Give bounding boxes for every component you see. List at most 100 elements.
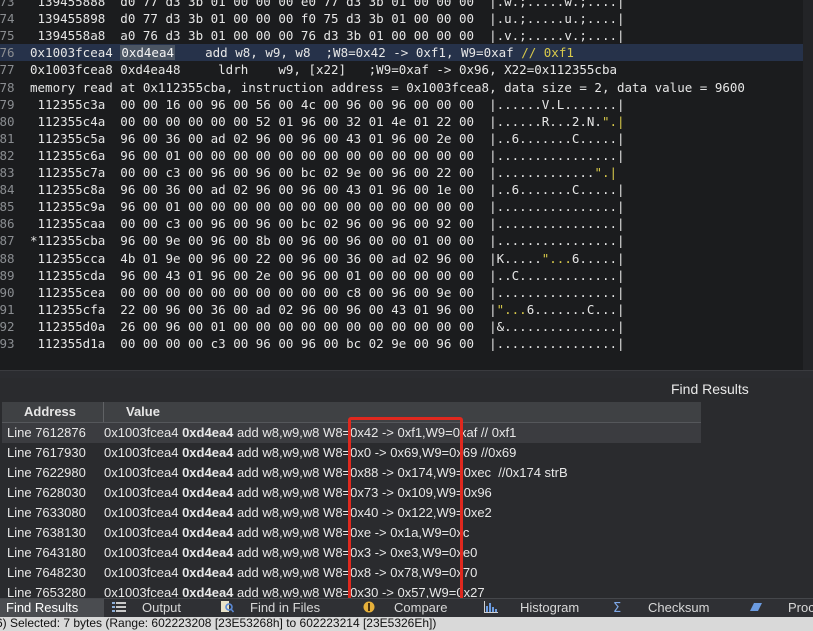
editor-line[interactable]: 390 112355cea 00 00 00 00 00 00 00 00 00…: [0, 284, 813, 301]
result-instruction: add w8,w9,w8: [237, 505, 320, 520]
tab-find-in-files[interactable]: Find in Files: [220, 599, 320, 618]
tab-compare[interactable]: Compare: [362, 599, 447, 618]
result-instr-address: 0x1003fcea4: [104, 485, 179, 500]
line-text: 112355d0a 26 00 96 00 01 00 00 00 00 00 …: [30, 318, 625, 334]
status-bar: 6) Selected: 7 bytes (Range: 602223208 […: [0, 617, 813, 631]
process-icon: [750, 603, 762, 611]
editor-line[interactable]: 386 112355caa 00 00 c3 00 96 00 96 00 bc…: [0, 215, 813, 232]
editor-line[interactable]: 380 112355c4a 00 00 00 00 00 00 52 01 96…: [0, 113, 813, 130]
line-number: 386: [0, 216, 15, 232]
result-instr-address: 0x1003fcea4: [104, 465, 179, 480]
line-number: 381: [0, 130, 15, 146]
result-address: Line 7633080: [7, 505, 86, 520]
editor-line[interactable]: 392 112355d0a 26 00 96 00 01 00 00 00 00…: [0, 318, 813, 335]
selected-opcode[interactable]: 0xd4ea4: [120, 45, 176, 61]
line-number: 377: [0, 62, 15, 78]
histogram-icon: [484, 601, 498, 613]
editor-line[interactable]: 376 0x1003fcea4 0xd4ea4 add w8, w9, w8 ;W…: [0, 44, 813, 62]
line-text: 1394558a8 a0 76 d3 3b 01 00 00 00 76 d3 …: [30, 28, 625, 44]
line-number: 391: [0, 301, 15, 317]
line-text: 112355c4a 00 00 00 00 00 00 52 01 96 00 …: [30, 113, 602, 129]
result-address: Line 7643180: [7, 545, 86, 560]
editor-line[interactable]: 391 112355cfa 22 00 96 00 36 00 ad 02 96…: [0, 301, 813, 318]
line-number: 375: [0, 28, 15, 44]
result-opcode: 0xd4ea4: [182, 565, 234, 580]
column-address[interactable]: Address: [24, 404, 76, 419]
result-opcode: 0xd4ea4: [182, 445, 234, 460]
editor-line[interactable]: 393 112355d1a 00 00 00 00 c3 00 96 00 96…: [0, 335, 813, 352]
line-text: memory read at 0x112355cba, instruction …: [30, 79, 745, 95]
editor-line[interactable]: 377 0x1003fcea8 0xd4ea48 ldrh w9, [x22] ;…: [0, 61, 813, 78]
line-text: 0x1003fcea8 0xd4ea48 ldrh w9, [x22] ;W9=…: [30, 62, 617, 78]
result-value: 0x1003fcea4 0xd4ea4 add w8,w9,w8 W8=0x88…: [104, 463, 568, 483]
tab-histogram[interactable]: Histogram: [484, 599, 579, 618]
line-text: 112355cfa 22 00 96 00 36 00 ad 02 96 00 …: [30, 301, 497, 317]
editor-line[interactable]: 388 112355cca 4b 01 9e 00 96 00 22 00 96…: [0, 250, 813, 267]
line-text: *112355cba 96 00 9e 00 96 00 8b 00 96 00…: [30, 233, 625, 249]
editor-line[interactable]: 389 112355cda 96 00 43 01 96 00 2e 00 96…: [0, 267, 813, 284]
tab-checksum[interactable]: Σ Checksum: [612, 599, 709, 618]
editor-line[interactable]: 373 139455888 d0 77 d3 3b 01 00 00 00 e0…: [0, 0, 813, 10]
result-address: Line 7622980: [7, 465, 86, 480]
result-address: Line 7617930: [7, 445, 86, 460]
highlighted-chars: "...: [541, 250, 572, 266]
tab-process[interactable]: Proc: [748, 599, 813, 618]
result-opcode: 0xd4ea4: [182, 465, 234, 480]
status-text: 6) Selected: 7 bytes (Range: 602223208 […: [0, 617, 437, 630]
editor-line[interactable]: 379 112355c3a 00 00 16 00 96 00 56 00 4c…: [0, 96, 813, 113]
line-text: 112355cca 4b 01 9e 00 96 00 22 00 96 00 …: [30, 250, 542, 266]
line-text: 112355c7a 00 00 c3 00 96 00 96 00 bc 02 …: [30, 165, 595, 180]
line-number: 387: [0, 233, 15, 249]
line-number: 389: [0, 267, 15, 283]
highlighted-chars: "...: [496, 301, 527, 317]
hex-text-editor[interactable]: 373 139455888 d0 77 d3 3b 01 00 00 00 e0…: [0, 0, 813, 370]
editor-line[interactable]: 382 112355c6a 96 00 01 00 00 00 00 00 00…: [0, 147, 813, 164]
column-value[interactable]: Value: [126, 404, 160, 419]
editor-line[interactable]: 387 *112355cba 96 00 9e 00 96 00 8b 00 96…: [0, 232, 813, 249]
line-number: 378: [0, 79, 15, 95]
editor-line[interactable]: 374 139455898 d0 77 d3 3b 01 00 00 00 f0…: [0, 10, 813, 27]
editor-line[interactable]: 375 1394558a8 a0 76 d3 3b 01 00 00 00 76…: [0, 27, 813, 44]
editor-line[interactable]: 381 112355c5a 96 00 36 00 ad 02 96 00 96…: [0, 130, 813, 147]
tab-label: Proc: [788, 600, 813, 615]
line-number: 385: [0, 199, 15, 215]
svg-text:Σ: Σ: [613, 601, 621, 613]
highlight-annotation-box: [348, 417, 463, 604]
result-instruction: add w8,w9,w8: [237, 565, 320, 580]
result-address: Line 7612876: [7, 425, 86, 440]
line-text: 112355c9a 96 00 01 00 00 00 00 00 00 00 …: [30, 199, 625, 215]
result-address: Line 7638130: [7, 525, 86, 540]
line-text-tail: 6.....|: [571, 250, 625, 266]
result-instruction: add w8,w9,w8: [237, 525, 320, 540]
result-opcode: 0xd4ea4: [182, 425, 234, 440]
result-opcode: 0xd4ea4: [182, 505, 234, 520]
result-address: Line 7648230: [7, 565, 86, 580]
result-instr-address: 0x1003fcea4: [104, 525, 179, 540]
highlighted-chars: ".: [601, 113, 618, 129]
line-number: 382: [0, 147, 15, 163]
editor-line[interactable]: 378 memory read at 0x112355cba, instructi…: [0, 79, 813, 96]
bottom-tab-bar: Find Results Output Find in Files Compar…: [0, 598, 813, 618]
line-number: 388: [0, 250, 15, 266]
line-number: 376: [0, 45, 15, 61]
editor-line[interactable]: 384 112355c8a 96 00 36 00 ad 02 96 00 96…: [0, 181, 813, 198]
column-divider[interactable]: [103, 402, 104, 422]
editor-line[interactable]: 383 112355c7a 00 00 c3 00 96 00 96 00 bc…: [0, 164, 813, 181]
line-text: 112355caa 00 00 c3 00 96 00 96 00 bc 02 …: [30, 216, 625, 232]
line-text: 139455898 d0 77 d3 3b 01 00 00 00 f0 75 …: [30, 11, 625, 27]
find-files-icon: [221, 601, 234, 613]
line-text: 112355c3a 00 00 16 00 96 00 56 00 4c 00 …: [30, 96, 625, 112]
instruction-text: add w8, w9, w8 ;W8=0x42 -> 0xf1, W9=0xaf: [175, 45, 522, 61]
find-results-title: Find Results: [671, 381, 749, 397]
tab-label: Find in Files: [250, 600, 321, 615]
editor-scrollbar[interactable]: [803, 0, 813, 370]
line-text: 112355cda 96 00 43 01 96 00 2e 00 96 00 …: [30, 267, 625, 283]
result-opcode: 0xd4ea4: [182, 485, 234, 500]
tab-output[interactable]: Output: [112, 599, 181, 618]
editor-line[interactable]: 385 112355c9a 96 00 01 00 00 00 00 00 00…: [0, 198, 813, 215]
tab-label: Output: [142, 600, 182, 615]
line-number: 374: [0, 11, 15, 27]
tab-label: Compare: [394, 600, 448, 615]
tab-find-results[interactable]: Find Results: [0, 599, 104, 618]
tab-label: Find Results: [6, 600, 79, 615]
